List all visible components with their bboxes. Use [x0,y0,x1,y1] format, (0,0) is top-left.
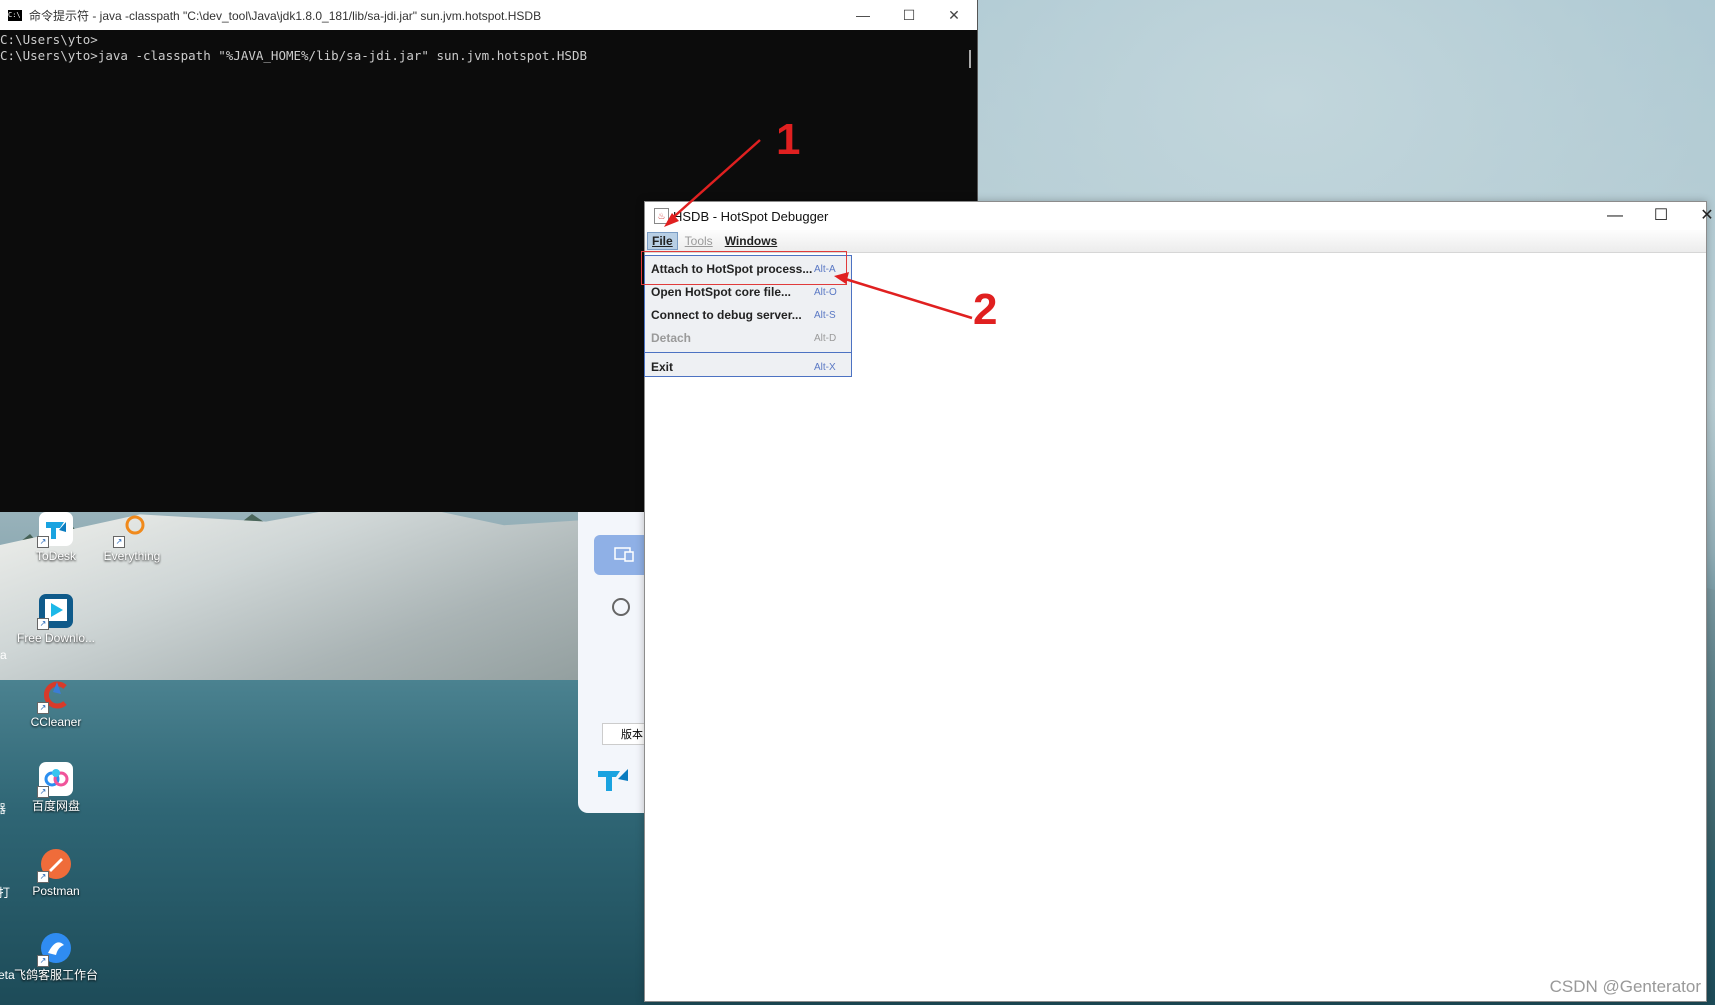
annotation-number-2: 2 [973,285,998,334]
annotation-arrow-2 [841,276,973,320]
annotation-arrowhead-2 [834,272,849,284]
annotation-arrow-1 [667,139,761,223]
annotation-number-1: 1 [776,115,801,164]
watermark: CSDN @Genterator [1549,977,1701,996]
annotation-arrows [664,139,973,320]
